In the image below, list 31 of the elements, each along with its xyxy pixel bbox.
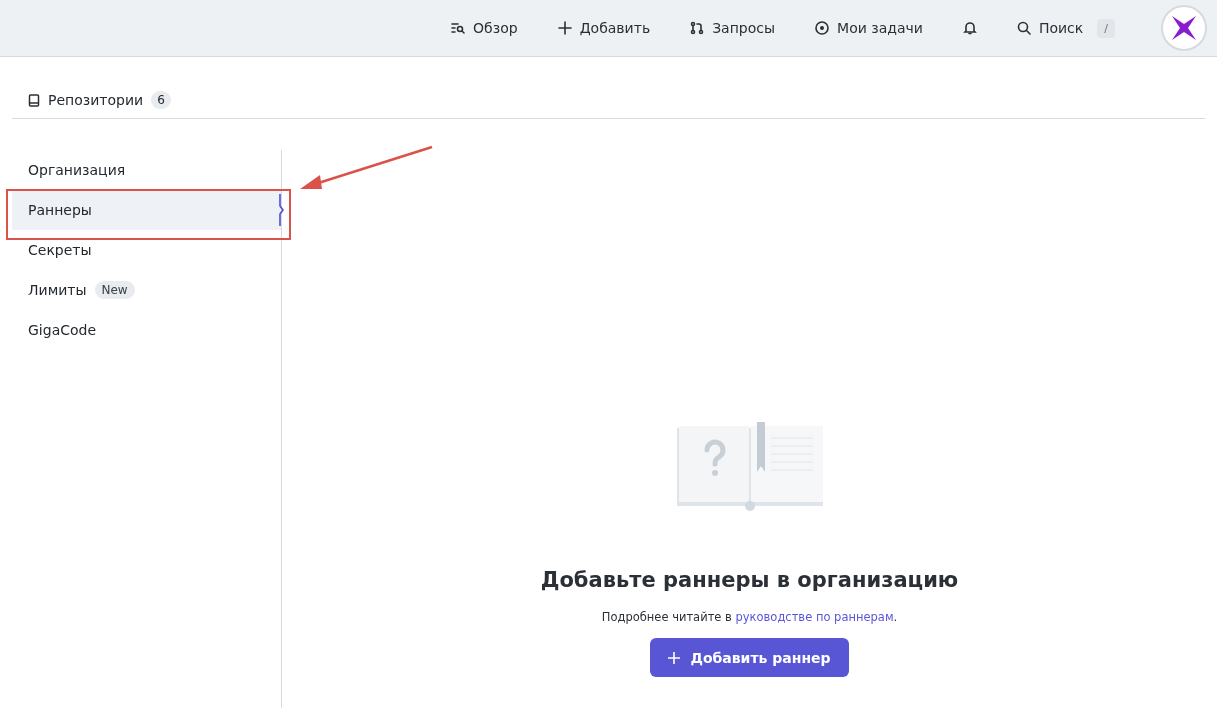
- search-button[interactable]: Поиск /: [996, 18, 1135, 38]
- list-search-icon: [451, 21, 466, 35]
- plus-icon: [557, 21, 572, 35]
- nav-link[interactable]: Добавить: [537, 20, 671, 36]
- nav-link[interactable]: Запросы: [670, 20, 796, 36]
- selection-indicator-icon: [279, 194, 285, 226]
- repositories-tab[interactable]: Репозитории 6: [28, 91, 171, 109]
- nav-link[interactable]: Обзор: [431, 20, 538, 36]
- sidebar-item-label: Лимиты: [28, 282, 87, 298]
- guide-link[interactable]: руководстве по раннерам: [735, 610, 894, 624]
- help-text: Подробнее читайте в руководстве по раннерам.: [601, 610, 898, 624]
- count-badge: 6: [151, 91, 171, 109]
- shortcut-key: /: [1097, 18, 1115, 38]
- logo-icon: [1172, 16, 1196, 40]
- sidebar-item[interactable]: Секреты: [12, 230, 281, 270]
- nav-link[interactable]: Мои задачи: [795, 20, 943, 36]
- sidebar-item[interactable]: Лимиты New: [12, 270, 281, 310]
- sidebar-item[interactable]: GigaCode: [12, 310, 281, 350]
- new-badge: New: [94, 281, 135, 299]
- empty-state-title: Добавьте раннеры в организацию: [540, 568, 959, 592]
- tab-label: Репозитории: [48, 92, 144, 108]
- bell-icon[interactable]: [962, 21, 977, 35]
- sidebar-item[interactable]: Раннеры: [12, 190, 281, 230]
- target-icon: [815, 21, 830, 35]
- search-icon: [1016, 21, 1031, 35]
- plus-icon: [668, 651, 681, 664]
- pull-request-icon: [690, 21, 705, 35]
- avatar[interactable]: [1161, 5, 1207, 51]
- sidebar-item[interactable]: Организация: [12, 150, 281, 190]
- add-runner-button[interactable]: Добавить раннер: [650, 638, 849, 677]
- book-icon: [28, 93, 40, 107]
